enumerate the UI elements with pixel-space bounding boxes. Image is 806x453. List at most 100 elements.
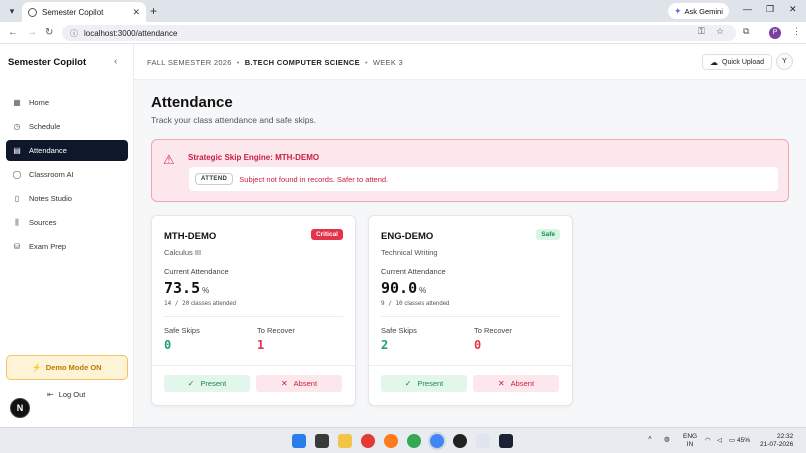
current-attendance-label: Current Attendance: [164, 267, 229, 276]
app-window: Semester Copilot ‹ ▦ Home ◷ Schedule ▤ A…: [0, 44, 806, 427]
browser-profile-avatar[interactable]: P: [769, 27, 781, 39]
browser-tab[interactable]: Semester Copilot ✕: [22, 2, 146, 22]
classes-attended: 9 / 10 classes attended: [381, 300, 449, 307]
sidebar-item-notes-studio[interactable]: ▯ Notes Studio: [6, 188, 128, 209]
app-dark-icon[interactable]: [499, 434, 513, 448]
calendar-icon: ▤: [13, 146, 21, 155]
sidebar-item-attendance[interactable]: ▤ Attendance: [6, 140, 128, 161]
sidebar-item-label: Schedule: [29, 122, 61, 131]
logout-button[interactable]: ⇤ Log Out: [47, 390, 85, 399]
ask-gemini-button[interactable]: ✦ Ask Gemini: [668, 3, 729, 19]
back-icon[interactable]: ←: [8, 27, 18, 39]
new-tab-button[interactable]: +: [150, 4, 157, 18]
reload-icon[interactable]: ↻: [45, 27, 53, 39]
sidebar-item-label: Classroom AI: [29, 170, 74, 179]
wifi-icon[interactable]: ◠: [705, 436, 711, 444]
ask-gemini-label: Ask Gemini: [684, 6, 723, 16]
demo-mode-label: Demo Mode ON: [45, 363, 102, 372]
course-code: MTH-DEMO: [164, 231, 217, 242]
browser-menu-icon[interactable]: ⋮: [792, 26, 801, 37]
classes-attended: 14 / 20 classes attended: [164, 300, 236, 307]
chatgpt-icon[interactable]: [453, 434, 467, 448]
logout-icon: ⇤: [47, 390, 54, 399]
chrome-icon[interactable]: [407, 434, 421, 448]
grid-icon: ▦: [13, 98, 21, 107]
sidebar: Semester Copilot ‹ ▦ Home ◷ Schedule ▤ A…: [0, 44, 134, 427]
page-title: Attendance: [151, 94, 233, 111]
battery-indicator[interactable]: ▭ 45%: [729, 436, 750, 444]
alert-title: Strategic Skip Engine: MTH-DEMO: [188, 153, 320, 162]
absent-label: Absent: [510, 379, 535, 388]
demo-mode-button[interactable]: ⚡ Demo Mode ON: [6, 355, 128, 380]
clock-time: 22:32: [776, 433, 794, 440]
firefox-icon[interactable]: [384, 434, 398, 448]
divider: [164, 316, 343, 317]
logout-label: Log Out: [58, 390, 86, 399]
browser-tab-bar: ▾ Semester Copilot ✕ + ✦ Ask Gemini — ❐ …: [0, 0, 806, 22]
sidebar-item-home[interactable]: ▦ Home: [6, 92, 128, 113]
clock-icon: ◷: [13, 122, 21, 131]
extensions-icon[interactable]: ⧉: [743, 26, 749, 37]
absent-button[interactable]: ✕ Absent: [473, 375, 559, 392]
close-window-icon[interactable]: ✕: [789, 4, 797, 15]
brand-title: Semester Copilot: [8, 57, 87, 68]
volume-icon[interactable]: ◁: [717, 436, 722, 444]
quick-upload-button[interactable]: ☁ Quick Upload: [702, 54, 773, 70]
attendance-percent-value: 90.0: [381, 279, 418, 297]
chrome-active-icon[interactable]: [430, 434, 444, 448]
sidebar-item-schedule[interactable]: ◷ Schedule: [6, 116, 128, 137]
site-info-icon[interactable]: ⓘ: [70, 28, 78, 39]
check-icon: ✓: [187, 379, 195, 388]
password-key-icon[interactable]: ⚿: [698, 26, 705, 37]
app-a-icon[interactable]: [476, 434, 490, 448]
collapse-sidebar-icon[interactable]: ‹: [114, 56, 117, 67]
file-explorer-icon[interactable]: [338, 434, 352, 448]
to-recover-label: To Recover: [257, 326, 295, 335]
attended-count: 9 / 10: [381, 300, 403, 307]
breadcrumb: FALL SEMESTER 2026 • B.TECH COMPUTER SCIEN…: [147, 58, 403, 67]
address-bar[interactable]: ⓘ localhost:3000/attendance: [62, 25, 736, 41]
book-icon: ▯: [14, 194, 20, 203]
present-button[interactable]: ✓ Present: [164, 375, 250, 392]
sidebar-item-exam-prep[interactable]: ⛁ Exam Prep: [6, 236, 128, 257]
upload-cloud-icon: ☁: [710, 57, 718, 67]
absent-label: Absent: [293, 379, 318, 388]
windows-start-icon[interactable]: [292, 434, 306, 448]
breadcrumb-program: B.TECH COMPUTER SCIENCE: [244, 58, 360, 67]
tab-close-icon[interactable]: ✕: [132, 7, 140, 18]
browser-toolbar: ← → ↻ ⓘ localhost:3000/attendance ⚿ ☆ ⧉ …: [0, 22, 806, 44]
url-text: localhost:3000/attendance: [84, 28, 178, 38]
system-clock[interactable]: 22:32 21-07-2026: [760, 433, 793, 449]
language-indicator[interactable]: ENG IN: [683, 433, 697, 449]
attendance-percent: 90.0%: [381, 279, 426, 297]
safe-skips-value: 2: [381, 338, 389, 352]
bolt-icon: ⚡: [32, 363, 42, 372]
user-avatar[interactable]: Y: [776, 53, 793, 70]
language-region: IN: [686, 441, 694, 448]
tray-chevron-icon[interactable]: ˄: [648, 435, 652, 442]
safe-skips-label: Safe Skips: [381, 326, 417, 335]
media-player-icon[interactable]: [361, 434, 375, 448]
tab-title: Semester Copilot: [42, 7, 104, 17]
absent-button[interactable]: ✕ Absent: [256, 375, 342, 392]
percent-unit: %: [419, 286, 427, 295]
tab-search-icon[interactable]: ▾: [6, 5, 18, 17]
to-recover-label: To Recover: [474, 326, 512, 335]
present-button[interactable]: ✓ Present: [381, 375, 467, 392]
minimize-icon[interactable]: —: [743, 4, 752, 14]
avatar[interactable]: N: [10, 398, 30, 418]
breadcrumb-separator: •: [364, 58, 368, 67]
forward-icon[interactable]: →: [27, 27, 37, 39]
sidebar-item-classroom-ai[interactable]: ◯ Classroom AI: [6, 164, 128, 185]
os-taskbar: ˄ ◍ ENG IN ◠ ◁ ▭ 45% 22:32 21-07-2026: [0, 427, 806, 453]
course-name: Technical Writing: [381, 248, 438, 257]
divider: [381, 316, 560, 317]
restore-icon[interactable]: ❐: [766, 4, 774, 15]
chat-icon: ◯: [12, 170, 22, 179]
tray-app-icon[interactable]: ◍: [664, 435, 670, 443]
task-view-icon[interactable]: [315, 434, 329, 448]
safe-skips-label: Safe Skips: [164, 326, 200, 335]
bookmark-star-icon[interactable]: ☆: [716, 26, 724, 37]
course-card: ENG-DEMO Safe Technical Writing Current …: [368, 215, 573, 406]
sidebar-item-sources[interactable]: ⫼ Sources: [6, 212, 128, 233]
